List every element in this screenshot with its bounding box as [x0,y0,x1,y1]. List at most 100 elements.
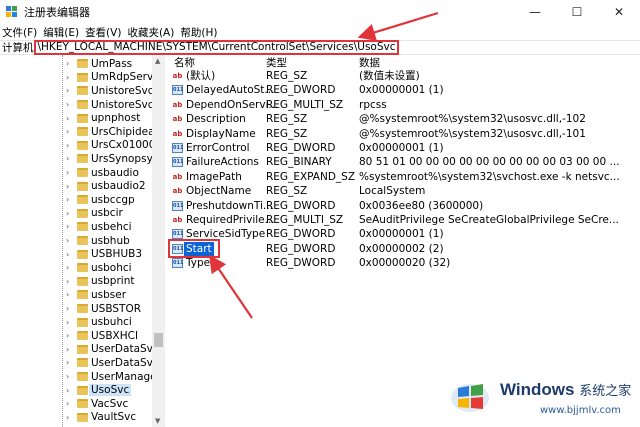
chevron-right-icon[interactable]: › [66,413,69,422]
tree-item[interactable]: › usbcir [0,207,152,221]
tree-item[interactable]: › UmRdpService [0,71,164,85]
minimize-button[interactable]: — [514,0,556,24]
chevron-right-icon[interactable]: › [66,100,69,109]
scroll-down-icon[interactable]: ▼ [155,417,160,425]
tree-scrollbar[interactable]: ▲ ▼ [152,55,165,427]
tree-item[interactable]: › UrsSynopsys [0,152,158,166]
tree-item-label: usbcir [91,207,123,220]
chevron-right-icon[interactable]: › [66,358,69,367]
tree-item[interactable]: › UserDataSvc_4 [0,356,164,370]
value-row[interactable]: ab DependOnServi... REG_MULTI_SZ rpcss [166,98,640,112]
tree-item[interactable]: › UrsChipidea [0,125,155,139]
chevron-right-icon[interactable]: › [66,195,69,204]
tree-item[interactable]: › usbccgp [0,193,152,207]
maximize-button[interactable]: ☐ [556,0,598,24]
address-bar[interactable]: 计算机 \HKEY_LOCAL_MACHINE\SYSTEM\CurrentCo… [0,40,640,55]
value-row[interactable]: 011 DelayedAutoSt... REG_DWORD 0x00000001 (… [166,83,640,97]
tree-item[interactable]: › VacSvc [0,397,152,411]
value-name[interactable]: ImagePath [186,170,242,184]
close-button[interactable]: ✕ [598,0,640,24]
chevron-right-icon[interactable]: › [66,318,69,327]
chevron-right-icon[interactable]: › [66,331,69,340]
value-name[interactable]: PreshutdownTi... [186,199,273,213]
tree-item[interactable]: › usbaudio [0,166,152,180]
value-row[interactable]: 011 ServiceSidType REG_DWORD 0x00000001 (1) [166,227,640,241]
value-name[interactable]: ErrorControl [186,141,250,155]
value-row[interactable]: ab (默认) REG_SZ (数值未设置) [166,69,640,83]
tree-item[interactable]: › upnphost [0,111,152,125]
value-row[interactable]: 011 FailureActions REG_BINARY 80 51 01 00 0… [166,155,640,169]
chevron-right-icon[interactable]: › [66,386,69,395]
chevron-right-icon[interactable]: › [66,86,69,95]
value-name[interactable]: ObjectName [186,184,251,198]
chevron-right-icon[interactable]: › [66,141,69,150]
tree-item[interactable]: › UserManager [0,370,161,384]
tree-item[interactable]: › UrsCx01000 [0,139,155,153]
tree-item[interactable]: › usbser [0,288,152,302]
chevron-right-icon[interactable]: › [66,59,69,68]
scroll-up-icon[interactable]: ▲ [155,57,160,65]
tree-item[interactable]: › usbuhci [0,315,152,329]
chevron-right-icon[interactable]: › [66,168,69,177]
value-row[interactable]: 011 ErrorControl REG_DWORD 0x00000001 (1) [166,141,640,155]
tree-item[interactable]: › usbehci [0,220,152,234]
value-row[interactable]: ab DisplayName REG_SZ @%systemroot%\system3… [166,127,640,141]
value-row[interactable]: ab RequiredPrivile... REG_MULTI_SZ SeAuditP… [166,213,640,227]
chevron-right-icon[interactable]: › [66,73,69,82]
menu-file[interactable]: 文件(F) [2,25,37,40]
tree-item[interactable]: › USBXHCI [0,329,152,343]
value-row[interactable]: 011 PreshutdownTi... REG_DWORD 0x0036ee80 (… [166,199,640,213]
address-path[interactable]: \HKEY_LOCAL_MACHINE\SYSTEM\CurrentContro… [33,40,400,55]
chevron-right-icon[interactable]: › [66,277,69,286]
chevron-right-icon[interactable]: › [66,250,69,259]
value-name[interactable]: Type [186,256,210,270]
scroll-thumb[interactable] [154,333,163,347]
value-name[interactable]: RequiredPrivile... [186,213,275,227]
chevron-right-icon[interactable]: › [66,236,69,245]
chevron-right-icon[interactable]: › [66,222,69,231]
value-row[interactable]: ab ObjectName REG_SZ LocalSystem [166,184,640,198]
tree-item[interactable]: › usbhub [0,234,152,248]
column-header-data[interactable]: 数据 [359,55,380,69]
window-controls: — ☐ ✕ [514,0,640,24]
tree-item[interactable]: › USBSTOR [0,302,152,316]
chevron-right-icon[interactable]: › [66,263,69,272]
menu-edit[interactable]: 编辑(E) [43,25,79,40]
value-row[interactable]: ab Description REG_SZ @%systemroot%\system3… [166,112,640,126]
tree-item[interactable]: › UnistoreSvc_4 [0,98,164,112]
tree-item[interactable]: › UmPass [0,57,152,71]
tree-item[interactable]: › USBHUB3 [0,247,152,261]
chevron-right-icon[interactable]: › [66,304,69,313]
chevron-right-icon[interactable]: › [66,114,69,123]
chevron-right-icon[interactable]: › [66,209,69,218]
tree-item[interactable]: › usbaudio2 [0,179,152,193]
tree-item[interactable]: › UnistoreSvc [0,84,153,98]
tree-item[interactable]: › VaultSvc [0,411,152,425]
tree-item[interactable]: › usbprint [0,275,152,289]
tree-item[interactable]: › UsoSvc [0,383,152,397]
value-name[interactable]: FailureActions [186,155,259,169]
column-header-type[interactable]: 类型 [266,55,287,69]
value-name[interactable]: DependOnServi... [186,98,279,112]
chevron-right-icon[interactable]: › [66,182,69,191]
chevron-right-icon[interactable]: › [66,154,69,163]
value-name[interactable]: DelayedAutoSt... [186,83,274,97]
chevron-right-icon[interactable]: › [66,372,69,381]
value-name[interactable]: DisplayName [186,127,256,141]
menu-view[interactable]: 查看(V) [85,25,121,40]
value-row[interactable]: ab ImagePath REG_EXPAND_SZ %systemroot%\sys… [166,170,640,184]
value-row[interactable]: 011 Start REG_DWORD 0x00000002 (2) [166,241,640,256]
value-name[interactable]: Description [186,112,246,126]
tree-item[interactable]: › UserDataSvc [0,343,159,357]
chevron-right-icon[interactable]: › [66,345,69,354]
chevron-right-icon[interactable]: › [66,127,69,136]
binary-value-icon: 011 [172,85,184,96]
tree-item[interactable]: › usbohci [0,261,152,275]
column-header-name[interactable]: 名称 [174,55,195,69]
chevron-right-icon[interactable]: › [66,290,69,299]
menu-help[interactable]: 帮助(H) [180,25,217,40]
menu-favorites[interactable]: 收藏夹(A) [127,25,174,40]
chevron-right-icon[interactable]: › [66,399,69,408]
value-name[interactable]: (默认) [186,69,215,83]
value-row[interactable]: 011 Type REG_DWORD 0x00000020 (32) [166,256,640,270]
